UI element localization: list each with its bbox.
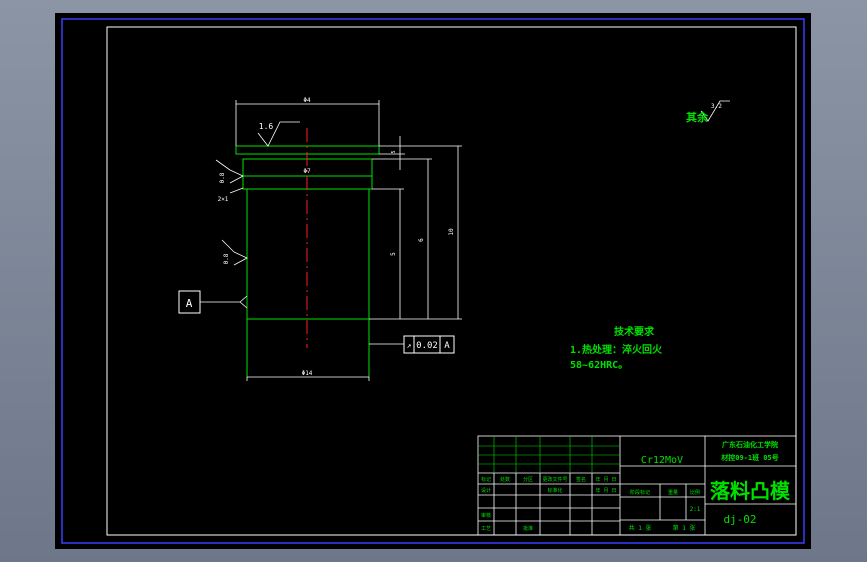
stage-label-0: 阶段标记 [630,489,650,496]
sheet-number: 第 1 张 [673,524,696,532]
row4-label-2: 批准 [523,525,533,532]
roughness-top-text: 1.6 [259,122,274,131]
scale-text: 2:1 [690,506,701,513]
rest-roughness-text: 其余 [686,110,709,124]
row2-label-0: 设计 [481,487,491,494]
sheet [55,13,811,549]
school-line1: 广东石油化工学院 [722,440,778,449]
row2-label-2: 标准化 [547,487,562,494]
height-dim-2: 5 [390,252,397,256]
top-dim-text: Φ4 [303,97,311,104]
school-line2: 材控09-1班 05号 [720,453,779,462]
row-label-3: 更改文件号 [542,476,567,483]
tolerance-value: 0.02 [416,341,438,351]
tolerance-datum: A [444,341,450,351]
rest-roughness-value: 3.2 [711,103,722,110]
row-label-2: 分区 [523,476,533,483]
roughness-side-text: 0.8 [219,172,226,183]
stage-label-1: 重量 [668,489,678,496]
row4-label-0: 工艺 [481,526,491,532]
row2-label-4: 年 月 日 [595,487,616,494]
drawing-number: dj-02 [723,513,756,526]
tech-req-line2: 58~62HRC。 [570,360,628,371]
tech-req-title: 技术要求 [614,325,655,338]
flange-dim-text: Φ7 [303,168,311,175]
part-name: 落料凸模 [710,479,791,503]
tolerance-symbol: ↗ [407,341,412,350]
cad-viewport: A ↗ 0.02 A Φ4 1.6 Φ7 0.8 2×1 0.8 5 5 6 1… [0,0,867,562]
row-label-0: 标记 [481,476,491,483]
bottom-dim-text: Φ14 [302,370,313,377]
datum-label: A [186,297,193,310]
row-label-5: 年 月 日 [595,476,616,483]
chamfer-text: 2×1 [218,196,229,203]
cad-drawing[interactable]: A ↗ 0.02 A Φ4 1.6 Φ7 0.8 2×1 0.8 5 5 6 1… [0,0,867,562]
roughness-body-text: 0.8 [223,253,230,264]
row-label-1: 处数 [500,476,510,483]
row3-label-0: 审核 [481,512,491,519]
stage-label-2: 比例 [690,489,700,496]
height-dim-3: 6 [418,238,425,242]
tech-req-line1: 1.热处理：淬火回火 [570,343,663,356]
row-label-4: 签名 [576,476,586,483]
material-text: Cr12MoV [641,455,683,466]
height-dim-1: 5 [391,150,397,153]
height-dim-4: 10 [448,228,455,236]
sheet-count: 共 1 张 [629,524,652,532]
